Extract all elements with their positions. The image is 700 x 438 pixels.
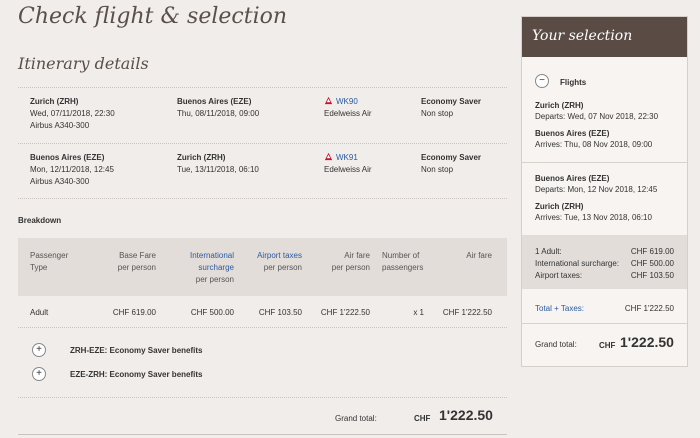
cost-label: International surcharge:	[535, 259, 620, 268]
expand-benefits-button-2[interactable]: +	[32, 367, 46, 381]
aircraft-type: Airbus A340-300	[30, 177, 90, 186]
airline-logo-icon	[324, 152, 333, 161]
total-taxes-link[interactable]: Total + Taxes:	[535, 303, 584, 314]
departure-datetime: Mon, 12/11/2018, 12:45	[30, 165, 114, 174]
benefits-label-1[interactable]: ZRH-EZE: Economy Saver benefits	[70, 345, 202, 357]
header-line[interactable]: surcharge	[178, 262, 234, 274]
cost-value: CHF 619.00	[630, 247, 674, 256]
fare-class: Economy Saver	[421, 153, 482, 162]
itinerary-flight-1: WK90 Edelweiss Air	[324, 96, 372, 120]
itinerary-departure-2: Buenos Aires (EZE) Mon, 12/11/2018, 12:4…	[30, 152, 114, 188]
departure-datetime: Wed, 07/11/2018, 22:30	[30, 109, 115, 118]
flight-number-link[interactable]: WK90	[336, 97, 358, 106]
breakdown-heading: Breakdown	[18, 216, 62, 225]
collapse-flights-button[interactable]: −	[535, 74, 549, 88]
itinerary-arrival-2: Zurich (ZRH) Tue, 13/11/2018, 06:10	[177, 152, 259, 176]
segment-time: Arrives: Thu, 08 Nov 2018, 09:00	[535, 140, 653, 149]
col-header-total: Air fare	[466, 251, 492, 260]
itinerary-departure-1: Zurich (ZRH) Wed, 07/11/2018, 22:30 Airb…	[30, 96, 115, 132]
origin-city: Buenos Aires (EZE)	[30, 153, 105, 162]
col-header-base-fare: Base Fare per person	[96, 250, 156, 274]
header-line[interactable]: International	[178, 250, 234, 262]
header-line: per person	[195, 275, 234, 284]
header-line[interactable]: Airport taxes	[242, 250, 302, 262]
destination-city: Zurich (ZRH)	[177, 153, 226, 162]
aircraft-type: Airbus A340-300	[30, 121, 90, 130]
divider	[18, 434, 507, 435]
arrival-datetime: Tue, 13/11/2018, 06:10	[177, 165, 259, 174]
sidebar-grand-total-label: Grand total:	[535, 340, 577, 349]
cost-label: 1 Adult:	[535, 247, 562, 256]
segment-city: Buenos Aires (EZE)	[535, 174, 610, 183]
expand-benefits-button-1[interactable]: +	[32, 343, 46, 357]
fare-class: Economy Saver	[421, 97, 482, 106]
divider	[18, 198, 507, 199]
cell-airport-taxes: CHF 103.50	[258, 308, 302, 317]
divider	[18, 143, 507, 144]
segment-city: Zurich (ZRH)	[535, 202, 584, 211]
origin-city: Zurich (ZRH)	[30, 97, 79, 106]
grand-total-label: Grand total:	[335, 414, 377, 423]
flight-number-link[interactable]: WK91	[336, 153, 358, 162]
header-line: Base Fare	[119, 251, 156, 260]
col-header-passenger-count: Number of passengers	[382, 250, 423, 274]
divider	[18, 327, 507, 328]
cell-passenger-count: x 1	[413, 308, 424, 317]
segment-time: Arrives: Tue, 13 Nov 2018, 06:10	[535, 213, 652, 222]
divider	[522, 162, 687, 163]
airline-logo-icon	[324, 96, 333, 105]
arrival-datetime: Thu, 08/11/2018, 09:00	[177, 109, 260, 118]
cost-value: CHF 500.00	[630, 259, 674, 268]
grand-total-currency: CHF	[414, 414, 431, 423]
header-line: per person	[117, 263, 156, 272]
divider	[18, 87, 507, 88]
segment-time: Departs: Wed, 07 Nov 2018, 22:30	[535, 112, 659, 121]
cost-value: CHF 103.50	[630, 271, 674, 280]
itinerary-flight-2: WK91 Edelweiss Air	[324, 152, 372, 176]
cell-air-fare: CHF 1'222.50	[320, 308, 370, 317]
grand-total-value: 1'222.50	[439, 407, 493, 423]
sidebar-grand-total-value: 1'222.50	[620, 334, 674, 350]
flights-label: Flights	[560, 78, 587, 87]
segment-city: Zurich (ZRH)	[535, 101, 584, 110]
stops-info: Non stop	[421, 109, 454, 118]
cell-intl-surcharge: CHF 500.00	[190, 308, 234, 317]
segment-time: Departs: Mon, 12 Nov 2018, 12:45	[535, 185, 658, 194]
sidebar-grand-total-currency: CHF	[599, 341, 616, 350]
header-line: Type	[30, 263, 48, 272]
section-title-itinerary: Itinerary details	[18, 54, 149, 73]
cell-passenger-type: Adult	[30, 308, 49, 317]
airline-name: Edelweiss Air	[324, 109, 372, 118]
header-line: Passenger	[30, 251, 69, 260]
sidebar-title: Your selection	[522, 17, 687, 57]
divider	[18, 397, 507, 398]
header-line: per person	[331, 263, 370, 272]
destination-city: Buenos Aires (EZE)	[177, 97, 252, 106]
segment-city: Buenos Aires (EZE)	[535, 129, 610, 138]
cell-total: CHF 1'222.50	[442, 308, 492, 317]
col-header-passenger-type: Passenger Type	[30, 250, 68, 274]
header-line: per person	[263, 263, 302, 272]
header-line: Air fare	[344, 251, 370, 260]
page-title: Check flight & selection	[18, 4, 288, 29]
total-taxes-value: CHF 1'222.50	[624, 304, 674, 313]
benefits-label-2[interactable]: EZE-ZRH: Economy Saver benefits	[70, 369, 202, 381]
airline-name: Edelweiss Air	[324, 165, 372, 174]
header-line: passengers	[382, 263, 424, 272]
cell-base-fare: CHF 619.00	[112, 308, 156, 317]
itinerary-fare-2: Economy Saver Non stop	[421, 152, 481, 176]
col-header-air-fare: Air fare per person	[318, 250, 370, 274]
col-header-airport-taxes[interactable]: Airport taxes per person	[242, 250, 302, 274]
itinerary-arrival-1: Buenos Aires (EZE) Thu, 08/11/2018, 09:0…	[177, 96, 259, 120]
stops-info: Non stop	[421, 165, 454, 174]
header-line: Number of	[382, 251, 420, 260]
divider	[522, 323, 687, 324]
cost-label: Airport taxes:	[535, 271, 583, 280]
col-header-intl-surcharge[interactable]: International surcharge per person	[178, 250, 234, 286]
itinerary-fare-1: Economy Saver Non stop	[421, 96, 481, 120]
